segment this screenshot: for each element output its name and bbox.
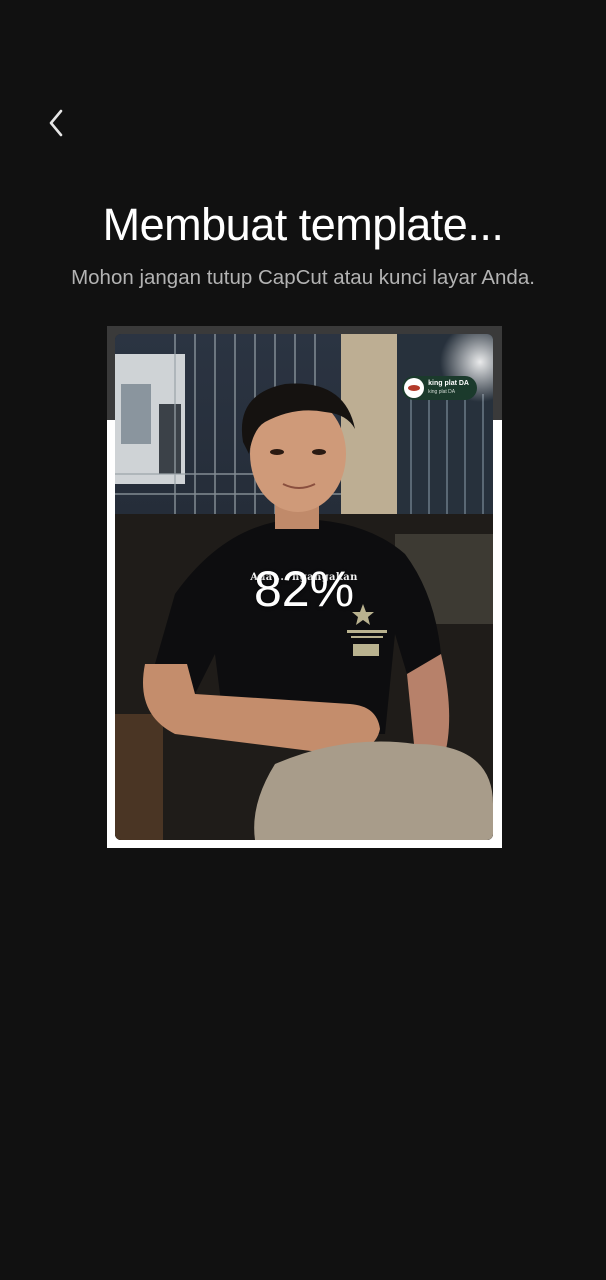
sticker-subtitle: king plat DA bbox=[428, 389, 456, 395]
page-subtitle: Mohon jangan tutup CapCut atau kunci lay… bbox=[71, 266, 535, 289]
sticker-avatar bbox=[404, 378, 425, 398]
progress-percent: 82% bbox=[253, 561, 355, 617]
chevron-left-icon bbox=[46, 108, 68, 143]
page-title: Membuat template... bbox=[102, 199, 504, 250]
template-preview-image: king plat DA king plat DA Ada ... nganga… bbox=[115, 334, 493, 840]
progress-frame: king plat DA king plat DA Ada ... nganga… bbox=[107, 326, 502, 848]
sticker-title: king plat DA bbox=[428, 380, 469, 387]
back-button[interactable] bbox=[36, 104, 78, 146]
preview-sticker: king plat DA king plat DA bbox=[402, 376, 477, 400]
